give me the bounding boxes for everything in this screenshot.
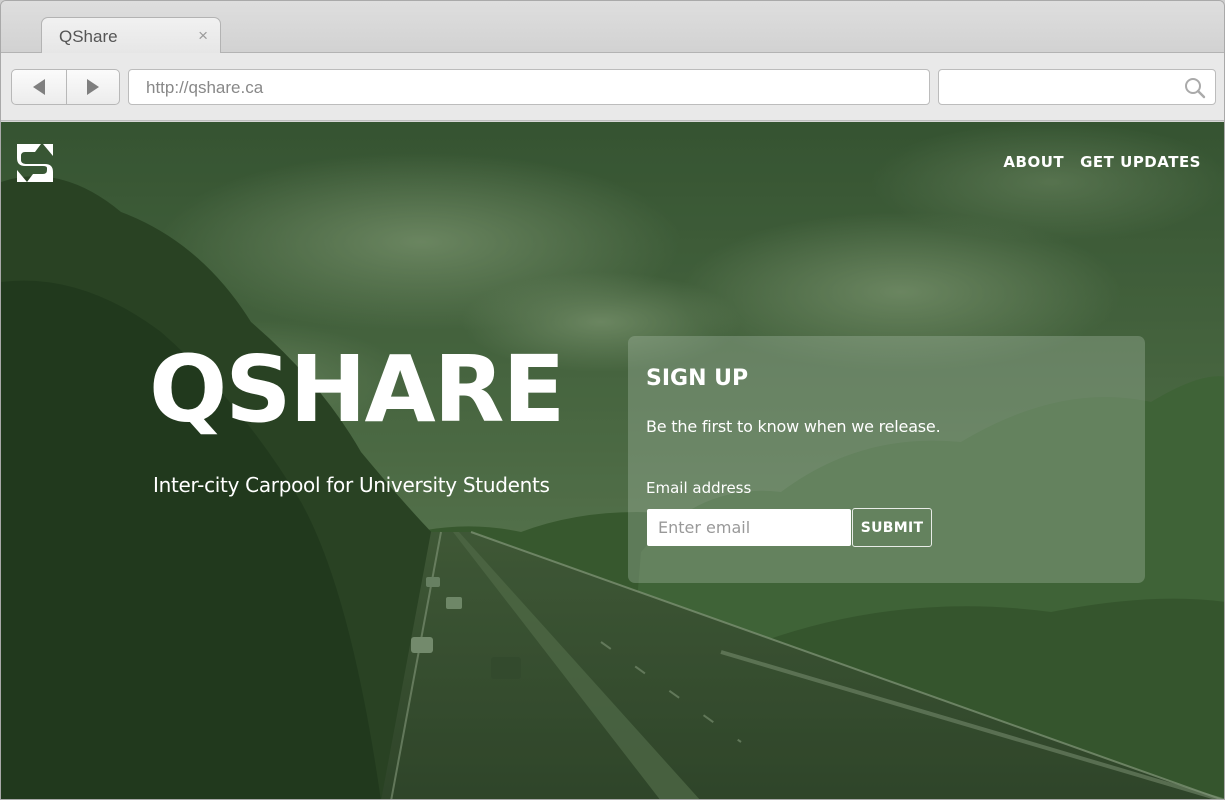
back-arrow-icon: [32, 79, 45, 95]
forward-button[interactable]: [65, 70, 120, 104]
history-nav: [11, 69, 120, 105]
qshare-logo-icon[interactable]: [15, 142, 55, 184]
back-button[interactable]: [12, 70, 66, 104]
nav-about-link[interactable]: ABOUT: [1003, 153, 1064, 171]
signup-description: Be the first to know when we release.: [646, 417, 941, 436]
forward-arrow-icon: [86, 79, 99, 95]
signup-title: SIGN UP: [646, 366, 749, 391]
hero-title: QSHARE: [149, 336, 565, 443]
hero-subtitle: Inter-city Carpool for University Studen…: [153, 473, 550, 497]
browser-window: QShare × http://qshare.ca ABOUT GET UPDA…: [0, 0, 1225, 800]
signup-panel: SIGN UP Be the first to know when we rel…: [628, 336, 1145, 583]
search-icon[interactable]: [1184, 77, 1206, 99]
browser-toolbar: http://qshare.ca: [1, 53, 1224, 121]
tab-title: QShare: [59, 27, 118, 46]
site-nav: ABOUT GET UPDATES: [1003, 153, 1201, 171]
email-label: Email address: [646, 479, 752, 497]
nav-get-updates-link[interactable]: GET UPDATES: [1080, 153, 1201, 171]
tab-strip: QShare ×: [1, 1, 1224, 54]
address-bar[interactable]: http://qshare.ca: [128, 69, 930, 105]
browser-tab[interactable]: QShare ×: [41, 17, 221, 54]
browser-search-field[interactable]: [938, 69, 1216, 105]
email-field[interactable]: [647, 509, 851, 546]
submit-button[interactable]: SUBMIT: [852, 508, 932, 547]
close-icon[interactable]: ×: [198, 26, 208, 46]
page-viewport: ABOUT GET UPDATES QSHARE Inter-city Carp…: [1, 122, 1224, 799]
